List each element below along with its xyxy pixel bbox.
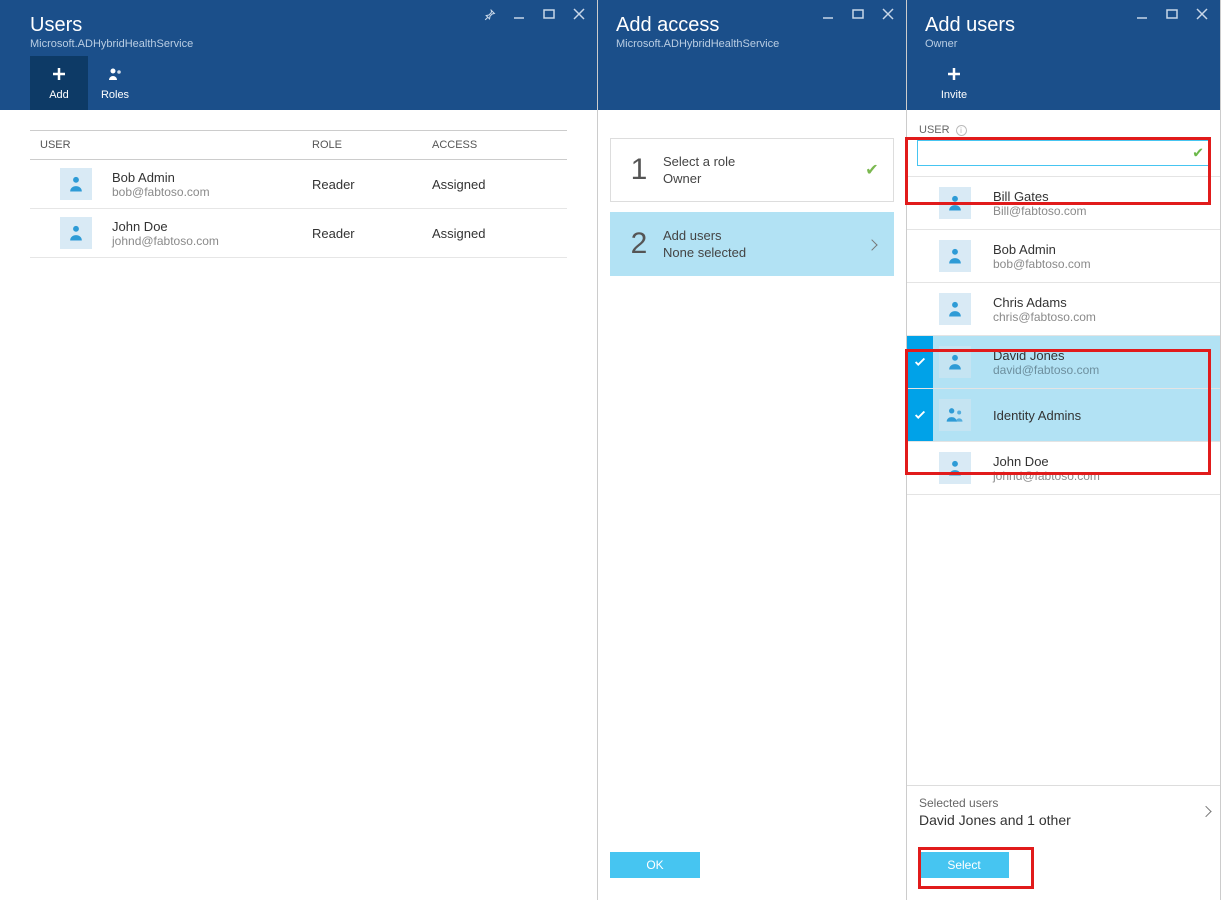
roles-icon [107, 66, 123, 85]
check-icon: ✔ [1192, 145, 1204, 162]
step-add-users[interactable]: 2 Add users None selected [610, 212, 894, 276]
step2-value: None selected [663, 245, 863, 260]
chevron-right-icon [1202, 804, 1210, 819]
user-list-item[interactable]: Chris Adamschris@fabtoso.com [907, 283, 1220, 336]
user-email: johnd@fabtoso.com [112, 234, 219, 248]
add-access-subtitle: Microsoft.ADHybridHealthService [616, 38, 888, 50]
add-users-title: Add users [925, 14, 1202, 37]
add-users-header: Add users Owner Invite [907, 0, 1220, 110]
add-users-blade: Add users Owner Invite USER i ✔ Bill Gat… [907, 0, 1221, 900]
avatar [939, 399, 971, 431]
roles-button-label: Roles [101, 89, 129, 101]
avatar [60, 217, 92, 249]
select-button[interactable]: Select [919, 852, 1009, 878]
selected-users-summary[interactable]: Selected users David Jones and 1 other [907, 785, 1220, 836]
selection-check [907, 177, 933, 229]
ok-button[interactable]: OK [610, 852, 700, 878]
add-button[interactable]: Add [30, 56, 88, 110]
step-select-role[interactable]: 1 Select a role Owner ✔ [610, 138, 894, 202]
step2-number: 2 [623, 227, 655, 261]
user-list-item[interactable]: Identity Admins [907, 389, 1220, 442]
user-name: David Jones [993, 348, 1099, 363]
invite-button-label: Invite [941, 89, 967, 101]
user-email: david@fabtoso.com [993, 363, 1099, 377]
col-user: USER [30, 139, 312, 151]
avatar [939, 293, 971, 325]
step2-title: Add users [663, 228, 863, 243]
avatar [939, 452, 971, 484]
user-access: Assigned [432, 226, 567, 241]
user-email: johnd@fabtoso.com [993, 469, 1100, 483]
step1-number: 1 [623, 153, 655, 187]
user-field-label: USER i [917, 124, 1210, 136]
user-email: chris@fabtoso.com [993, 310, 1096, 324]
add-access-title: Add access [616, 14, 888, 37]
plus-icon [51, 66, 67, 85]
user-name: Identity Admins [993, 408, 1081, 423]
users-title: Users [30, 14, 579, 37]
avatar [60, 168, 92, 200]
user-list-item[interactable]: Bob Adminbob@fabtoso.com [907, 230, 1220, 283]
selected-users-value: David Jones and 1 other [919, 812, 1208, 828]
selection-check [907, 230, 933, 282]
users-subtitle: Microsoft.ADHybridHealthService [30, 38, 579, 50]
user-list: Bill GatesBill@fabtoso.comBob Adminbob@f… [907, 176, 1220, 785]
step1-value: Owner [663, 171, 863, 186]
info-icon[interactable]: i [956, 125, 967, 136]
selection-check [907, 283, 933, 335]
user-name: Chris Adams [993, 295, 1096, 310]
users-table-header: USER ROLE ACCESS [30, 130, 567, 160]
user-name: Bob Admin [993, 242, 1091, 257]
user-search-input[interactable] [917, 140, 1210, 166]
roles-button[interactable]: Roles [88, 56, 142, 110]
check-icon: ✔ [865, 160, 878, 180]
add-access-blade: Add access Microsoft.ADHybridHealthServi… [598, 0, 907, 900]
user-name: Bill Gates [993, 189, 1087, 204]
chevron-right-icon [868, 237, 876, 252]
users-blade: Users Microsoft.ADHybridHealthService Ad… [0, 0, 598, 900]
avatar [939, 240, 971, 272]
user-role: Reader [312, 226, 432, 241]
user-list-item[interactable]: David Jonesdavid@fabtoso.com [907, 336, 1220, 389]
user-email: bob@fabtoso.com [112, 185, 210, 199]
col-access: ACCESS [432, 139, 567, 151]
col-role: ROLE [312, 139, 432, 151]
add-access-header: Add access Microsoft.ADHybridHealthServi… [598, 0, 906, 110]
selection-check [907, 389, 933, 441]
users-blade-header: Users Microsoft.ADHybridHealthService Ad… [0, 0, 597, 110]
add-users-subtitle: Owner [925, 38, 1202, 50]
user-name: John Doe [112, 219, 219, 234]
user-name: Bob Admin [112, 170, 210, 185]
plus-icon [946, 66, 962, 85]
user-email: Bill@fabtoso.com [993, 204, 1087, 218]
avatar [939, 187, 971, 219]
invite-button[interactable]: Invite [925, 56, 983, 110]
user-access: Assigned [432, 177, 567, 192]
table-row[interactable]: John Doejohnd@fabtoso.com ReaderAssigned [30, 209, 567, 258]
step1-title: Select a role [663, 154, 863, 169]
selection-check [907, 442, 933, 494]
user-email: bob@fabtoso.com [993, 257, 1091, 271]
user-role: Reader [312, 177, 432, 192]
avatar [939, 346, 971, 378]
table-row[interactable]: Bob Adminbob@fabtoso.com ReaderAssigned [30, 160, 567, 209]
selected-users-label: Selected users [919, 796, 1208, 810]
add-button-label: Add [49, 89, 69, 101]
user-list-item[interactable]: John Doejohnd@fabtoso.com [907, 442, 1220, 495]
user-name: John Doe [993, 454, 1100, 469]
selection-check [907, 336, 933, 388]
user-list-item[interactable]: Bill GatesBill@fabtoso.com [907, 177, 1220, 230]
